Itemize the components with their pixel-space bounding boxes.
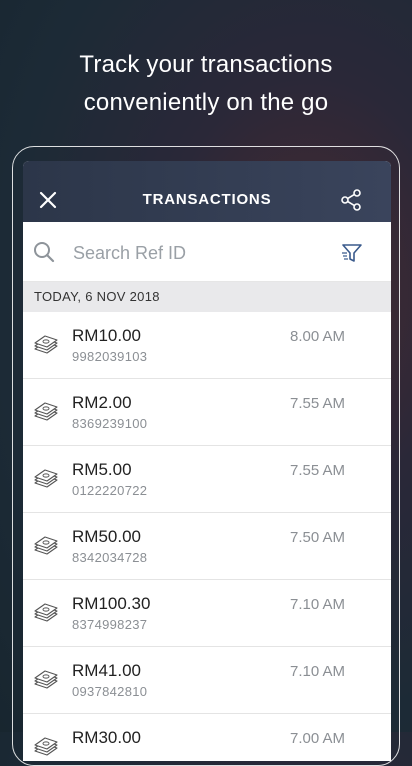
transaction-time: 7.10 AM	[290, 596, 346, 613]
transaction-ref-id: 9982039103	[72, 349, 148, 364]
transaction-row[interactable]: RM30.00 7.00 AM	[23, 714, 391, 761]
transaction-amount: RM30.00	[72, 728, 141, 747]
transaction-amount: RM2.00	[72, 393, 132, 412]
hero-caption: Track your transactions conveniently on …	[0, 46, 412, 122]
transaction-list: RM10.00 9982039103 8.00 AM RM2.00 836923…	[23, 312, 391, 761]
cash-stack-icon	[34, 469, 58, 488]
transaction-amount: RM10.00	[72, 326, 141, 345]
cash-stack-icon	[34, 402, 58, 421]
cash-stack-icon	[34, 670, 58, 689]
share-icon[interactable]	[339, 188, 363, 212]
search-icon	[34, 242, 55, 263]
transaction-time: 7.50 AM	[290, 529, 346, 546]
top-bar: TRANSACTIONS	[23, 161, 391, 222]
transaction-ref-id: 8342034728	[72, 550, 148, 565]
transaction-row[interactable]: RM10.00 9982039103 8.00 AM	[23, 312, 391, 379]
transaction-ref-id: 8369239100	[72, 416, 148, 431]
transaction-row[interactable]: RM2.00 8369239100 7.55 AM	[23, 379, 391, 446]
hero-line-1: Track your transactions	[79, 51, 333, 78]
hero-line-2: conveniently on the go	[83, 89, 329, 116]
app-screen: TRANSACTIONS TODAY, 6 NOV 2018	[23, 161, 391, 761]
transaction-ref-id: 0937842810	[72, 684, 148, 699]
transaction-time: 7.10 AM	[290, 663, 346, 680]
transaction-amount: RM100.30	[72, 594, 151, 613]
cash-stack-icon	[34, 536, 58, 555]
transaction-time: 7.55 AM	[290, 462, 346, 479]
cash-stack-icon	[34, 603, 58, 622]
date-section-header: TODAY, 6 NOV 2018	[23, 282, 391, 312]
transaction-row[interactable]: RM100.30 8374998237 7.10 AM	[23, 580, 391, 647]
filter-icon[interactable]	[341, 242, 363, 264]
transaction-row[interactable]: RM5.00 0122220722 7.55 AM	[23, 446, 391, 513]
transaction-amount: RM50.00	[72, 527, 141, 546]
transaction-time: 7.00 AM	[290, 730, 346, 747]
transaction-amount: RM41.00	[72, 661, 141, 680]
transaction-time: 8.00 AM	[290, 328, 346, 345]
transaction-row[interactable]: RM50.00 8342034728 7.50 AM	[23, 513, 391, 580]
transaction-ref-id: 8374998237	[72, 617, 148, 632]
search-bar	[23, 222, 391, 282]
transaction-row[interactable]: RM41.00 0937842810 7.10 AM	[23, 647, 391, 714]
search-input[interactable]	[71, 239, 315, 267]
page-title: TRANSACTIONS	[142, 191, 272, 208]
transaction-time: 7.55 AM	[290, 395, 346, 412]
transaction-ref-id: 0122220722	[72, 483, 148, 498]
cash-stack-icon	[34, 737, 58, 756]
cash-stack-icon	[34, 335, 58, 354]
transaction-amount: RM5.00	[72, 460, 132, 479]
